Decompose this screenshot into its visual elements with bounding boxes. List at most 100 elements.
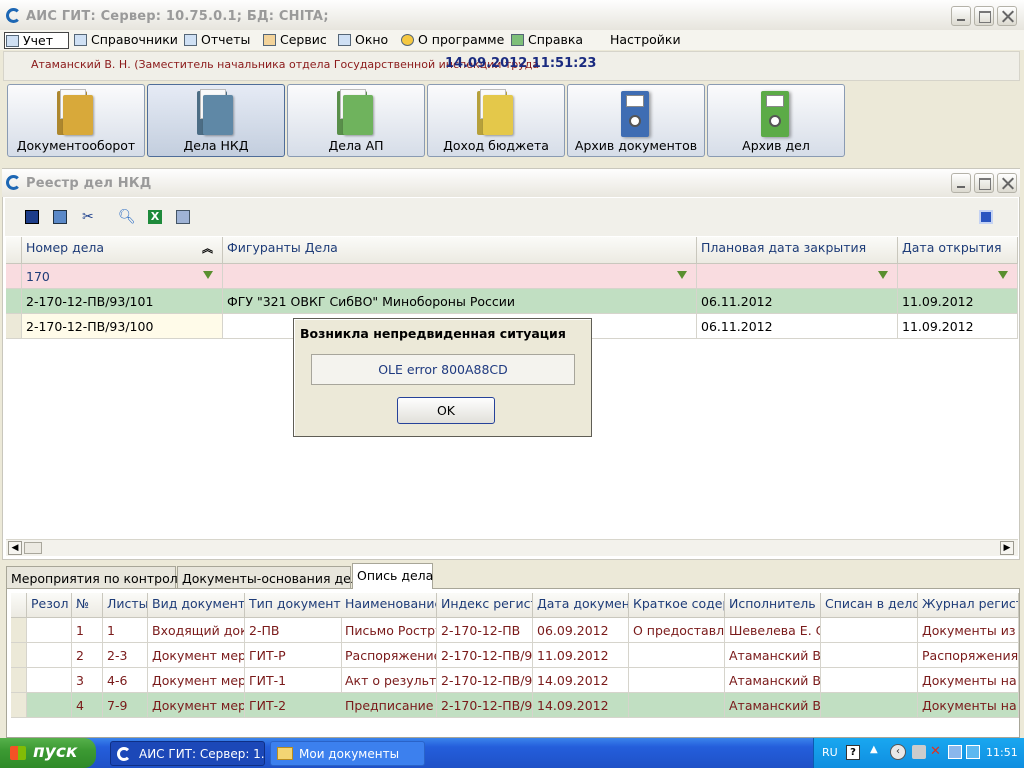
table-cell[interactable]: 14.09.2012: [533, 668, 629, 693]
table-cell[interactable]: ГИТ-2: [245, 693, 342, 718]
ok-button[interactable]: OK: [397, 397, 495, 424]
registry-col-open-date[interactable]: Дата открытия: [898, 237, 1018, 264]
scroll-right-icon[interactable]: ▶: [1000, 541, 1014, 555]
row-indicator[interactable]: [11, 618, 27, 643]
table-cell[interactable]: О предоставл: [629, 618, 725, 643]
inventory-col-9[interactable]: Краткое содерж: [629, 593, 725, 618]
table-cell[interactable]: Распоряжения: [918, 643, 1019, 668]
table-cell[interactable]: Акт о результ: [341, 668, 437, 693]
task-ais-git[interactable]: АИС ГИТ: Сервер: 1...: [110, 741, 265, 766]
sort-icon[interactable]: ︽: [202, 243, 213, 254]
module-button-2[interactable]: Дела НКД: [147, 84, 285, 157]
inventory-col-11[interactable]: Списан в дело: [821, 593, 918, 618]
table-cell[interactable]: [821, 618, 918, 643]
registry-hscrollbar[interactable]: ◀ ▶: [6, 539, 1018, 556]
printer-icon[interactable]: [912, 745, 926, 759]
inventory-col-1[interactable]: Резол: [27, 593, 72, 618]
calculator-icon[interactable]: [176, 210, 190, 224]
table-cell[interactable]: 14.09.2012: [533, 693, 629, 718]
tab-3[interactable]: Опись дела: [352, 563, 433, 589]
start-button[interactable]: пуск: [0, 738, 96, 768]
table-cell[interactable]: Распоряжение: [341, 643, 437, 668]
table-cell[interactable]: Шевелева Е. С: [725, 618, 821, 643]
table-cell[interactable]: Письмо Рострух: [341, 618, 437, 643]
row-indicator[interactable]: [6, 289, 22, 314]
row-indicator[interactable]: [11, 643, 27, 668]
table-cell[interactable]: 2-ПВ: [245, 618, 342, 643]
scroll-left-icon[interactable]: ◀: [8, 541, 22, 555]
inventory-col-4[interactable]: Вид документа: [148, 593, 245, 618]
table-cell[interactable]: 2-170-12-ПВ/9: [437, 643, 533, 668]
show-hidden-icon[interactable]: ‹: [890, 744, 906, 760]
menu-item-uchet[interactable]: Учет: [4, 32, 69, 49]
module-button-1[interactable]: Документооборот: [7, 84, 145, 157]
table-cell[interactable]: Документы из: [918, 618, 1019, 643]
table-cell[interactable]: 11.09.2012: [533, 643, 629, 668]
table-cell[interactable]: 06.11.2012: [697, 314, 898, 339]
tab-2[interactable]: Документы-основания дела: [177, 566, 366, 588]
download-icon[interactable]: [25, 210, 39, 224]
inventory-col-7[interactable]: Индекс регистр: [437, 593, 533, 618]
menu-item-about[interactable]: О программе: [400, 32, 504, 49]
table-cell[interactable]: 11.09.2012: [898, 289, 1018, 314]
module-button-6[interactable]: Архив дел: [707, 84, 845, 157]
table-cell[interactable]: Атаманский В.: [725, 668, 821, 693]
table-cell[interactable]: 4-6: [103, 668, 148, 693]
table-cell[interactable]: 4: [72, 693, 103, 718]
table-cell[interactable]: 2-3: [103, 643, 148, 668]
table-cell[interactable]: 06.09.2012: [533, 618, 629, 643]
menu-item-settings[interactable]: Настройки: [592, 32, 681, 49]
filter-input[interactable]: [697, 264, 898, 289]
registry-col-planned-close[interactable]: Плановая дата закрытия: [697, 237, 898, 264]
search-icon[interactable]: 🔍︎: [118, 210, 136, 224]
table-cell[interactable]: 2-170-12-ПВ/9: [437, 693, 533, 718]
inventory-col-5[interactable]: Тип документа: [245, 593, 342, 618]
registry-col-participants[interactable]: Фигуранты Дела: [223, 237, 697, 264]
table-cell[interactable]: Атаманский В.: [725, 693, 821, 718]
close-button[interactable]: [997, 6, 1017, 26]
table-cell[interactable]: 2-170-12-ПВ/93/100: [22, 314, 223, 339]
module-button-4[interactable]: Доход бюджета: [427, 84, 565, 157]
row-indicator[interactable]: [6, 314, 22, 339]
registry-minimize-button[interactable]: [951, 173, 971, 193]
inventory-col-10[interactable]: Исполнитель: [725, 593, 821, 618]
table-cell[interactable]: Документы на: [918, 693, 1019, 718]
module-button-3[interactable]: Дела АП: [287, 84, 425, 157]
filter-input[interactable]: [223, 264, 697, 289]
table-cell[interactable]: 3: [72, 668, 103, 693]
maximize-button[interactable]: [974, 6, 994, 26]
filter-arrow-icon[interactable]: [677, 271, 687, 279]
inventory-col-8[interactable]: Дата документа: [533, 593, 629, 618]
table-cell[interactable]: 2: [72, 643, 103, 668]
table-cell[interactable]: ФГУ "321 ОВКГ СибВО" Минобороны России: [223, 289, 697, 314]
table-cell[interactable]: 1: [72, 618, 103, 643]
edit-icon[interactable]: [53, 210, 67, 224]
table-cell[interactable]: [27, 693, 72, 718]
minimize-button[interactable]: [951, 6, 971, 26]
table-cell[interactable]: 06.11.2012: [697, 289, 898, 314]
row-indicator[interactable]: [11, 693, 27, 718]
table-cell[interactable]: Атаманский В.: [725, 643, 821, 668]
table-cell[interactable]: Входящий док: [148, 618, 245, 643]
table-cell[interactable]: Документы на: [918, 668, 1019, 693]
table-cell[interactable]: 2-170-12-ПВ/93/101: [22, 289, 223, 314]
table-cell[interactable]: [27, 668, 72, 693]
menu-item-help[interactable]: Справка: [510, 32, 583, 49]
table-cell[interactable]: Документ мер: [148, 643, 245, 668]
filter-arrow-icon[interactable]: [878, 271, 888, 279]
task-my-documents[interactable]: Мои документы: [270, 741, 425, 766]
registry-close-button[interactable]: [997, 173, 1017, 193]
cut-icon[interactable]: ✂: [82, 210, 96, 224]
table-cell[interactable]: [821, 693, 918, 718]
table-cell[interactable]: [27, 643, 72, 668]
table-cell[interactable]: 11.09.2012: [898, 314, 1018, 339]
help-icon[interactable]: ?: [846, 745, 860, 760]
filter-arrow-icon[interactable]: [203, 271, 213, 279]
table-cell[interactable]: 2-170-12-ПВ/9: [437, 668, 533, 693]
table-cell[interactable]: [821, 643, 918, 668]
inventory-col-12[interactable]: Журнал регистр: [918, 593, 1019, 618]
filter-input-number[interactable]: 170: [22, 264, 223, 289]
scroll-thumb[interactable]: [24, 542, 42, 554]
table-cell[interactable]: ГИТ-Р: [245, 643, 342, 668]
menu-item-window[interactable]: Окно: [337, 32, 388, 49]
